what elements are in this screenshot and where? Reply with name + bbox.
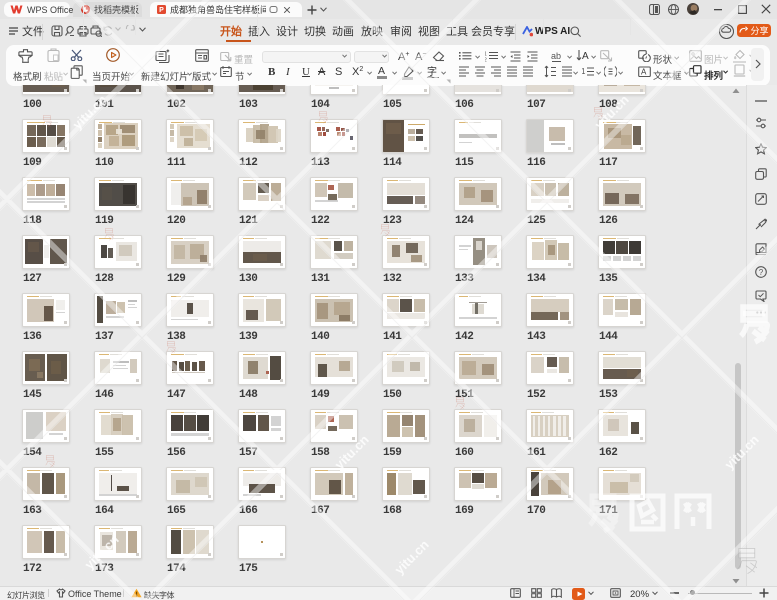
svg-text:?: ? (759, 268, 764, 277)
svg-text:2: 2 (485, 58, 487, 63)
svg-text:字: 字 (427, 65, 437, 78)
svg-text:1: 1 (582, 67, 586, 76)
svg-text:P: P (159, 7, 164, 14)
svg-text:A: A (641, 68, 647, 77)
svg-text:ab: ab (551, 51, 561, 61)
svg-text:A: A (582, 51, 589, 62)
